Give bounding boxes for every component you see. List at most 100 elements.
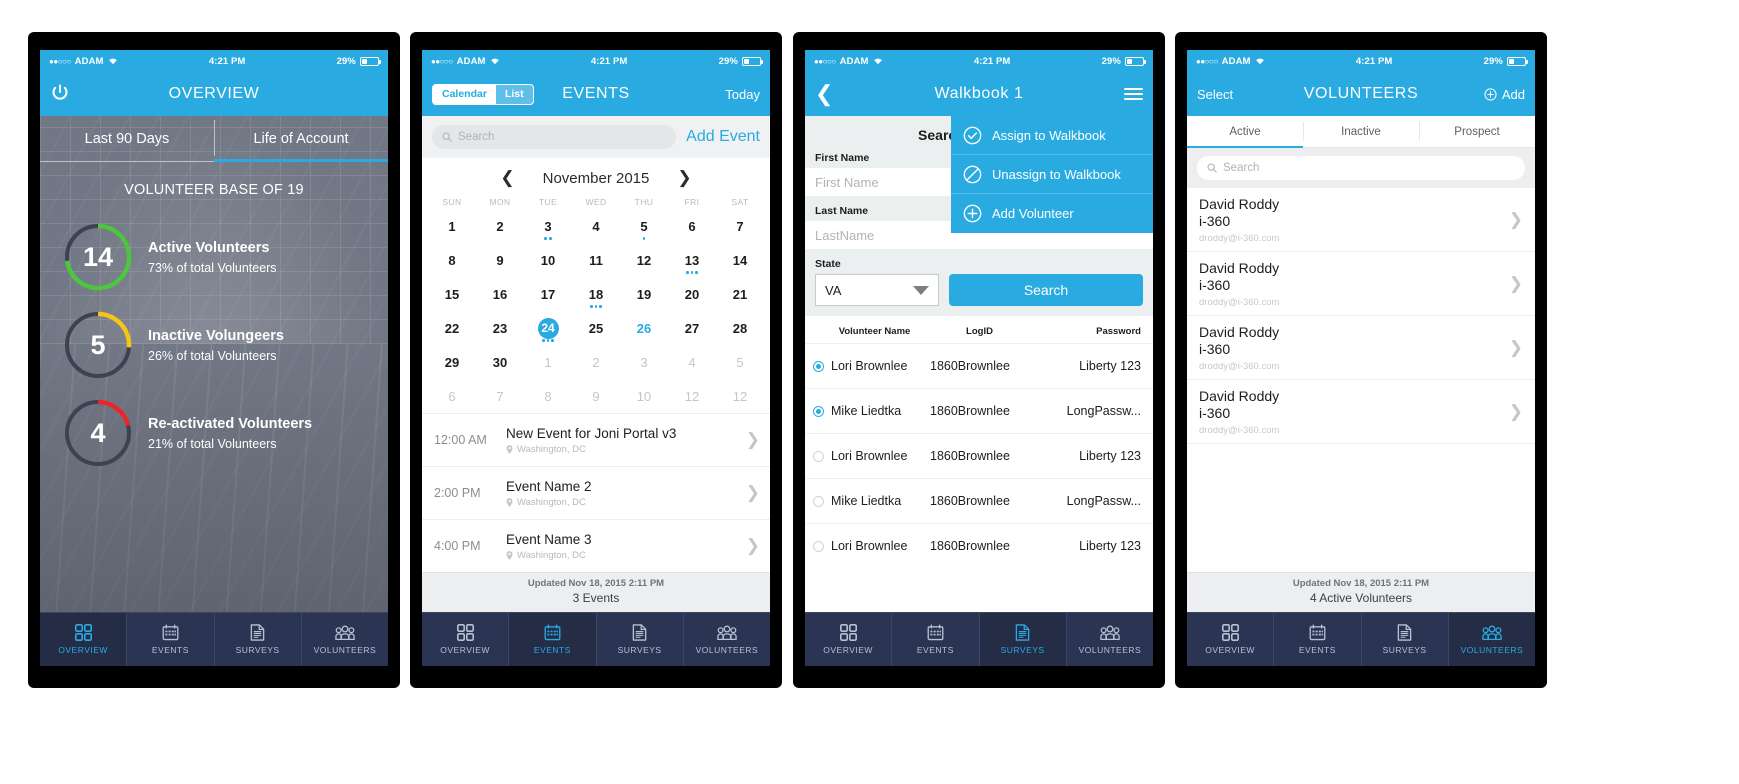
metric-reactivated-volunteers[interactable]: 4 Re-activated Volunteers 21% of total V… [40, 396, 388, 470]
list-item[interactable]: David Roddy i-360 droddy@i-360.com ❯ [1187, 252, 1535, 316]
event-row[interactable]: 2:00 PM Event Name 2 Washington, DC ❯ [422, 466, 770, 519]
chevron-left-icon[interactable]: ❮ [500, 168, 514, 188]
tab-overview[interactable]: OVERVIEW [422, 613, 510, 666]
add-volunteer-button[interactable]: Add [1484, 87, 1525, 102]
calendar-day[interactable]: 9 [572, 379, 620, 413]
calendar-day[interactable]: 16 [476, 277, 524, 311]
tab-volunteers[interactable]: VOLUNTEERS [1067, 613, 1153, 666]
calendar-day[interactable]: 10 [524, 243, 572, 277]
calendar-day[interactable]: 29 [428, 345, 476, 379]
tab-overview[interactable]: OVERVIEW [40, 613, 128, 666]
event-row[interactable]: 12:00 AM New Event for Joni Portal v3 Wa… [422, 413, 770, 466]
add-event-button[interactable]: Add Event [686, 128, 760, 146]
calendar-day[interactable]: 9 [476, 243, 524, 277]
search-input[interactable]: Search [432, 125, 677, 149]
calendar-day[interactable]: 1 [428, 209, 476, 243]
tab-events[interactable]: EVENTS [127, 613, 215, 666]
calendar-day[interactable]: 20 [668, 277, 716, 311]
tab-overview[interactable]: OVERVIEW [805, 613, 893, 666]
calendar-day[interactable]: 4 [668, 345, 716, 379]
search-input[interactable]: Search [1197, 156, 1525, 180]
table-row[interactable]: Mike Liedtka 1860Brownlee LongPassw... [805, 478, 1153, 523]
calendar-day[interactable]: 3 [524, 209, 572, 243]
tab-events[interactable]: EVENTS [509, 613, 597, 666]
back-button[interactable]: ❮ [815, 83, 833, 105]
tab-last-90-days[interactable]: Last 90 Days [40, 116, 214, 162]
table-row[interactable]: Lori Brownlee 1860Brownlee Liberty 123 [805, 433, 1153, 478]
tab-events[interactable]: EVENTS [1274, 613, 1362, 666]
tab-surveys[interactable]: SURVEYS [597, 613, 684, 666]
calendar-day[interactable]: 12 [668, 379, 716, 413]
calendar-day[interactable]: 12 [620, 243, 668, 277]
segment-calendar[interactable]: Calendar [433, 84, 496, 104]
list-item[interactable]: David Roddy i-360 droddy@i-360.com ❯ [1187, 188, 1535, 252]
tab-prospect[interactable]: Prospect [1419, 116, 1535, 147]
calendar-day[interactable]: 8 [428, 243, 476, 277]
segment-list[interactable]: List [496, 85, 533, 104]
calendar-day[interactable]: 24 [524, 311, 572, 345]
calendar-day[interactable]: 7 [716, 209, 764, 243]
calendar-day[interactable]: 23 [476, 311, 524, 345]
calendar-day[interactable]: 22 [428, 311, 476, 345]
calendar-day[interactable]: 8 [524, 379, 572, 413]
tab-overview[interactable]: OVERVIEW [1187, 613, 1275, 666]
power-button[interactable] [50, 83, 70, 106]
calendar-day[interactable]: 3 [620, 345, 668, 379]
event-row[interactable]: 4:00 PM Event Name 3 Washington, DC ❯ [422, 519, 770, 572]
tab-surveys[interactable]: SURVEYS [215, 613, 302, 666]
table-row[interactable]: Lori Brownlee 1860Brownlee Liberty 123 [805, 523, 1153, 568]
calendar-day[interactable]: 5 [620, 209, 668, 243]
calendar-day[interactable]: 5 [716, 345, 764, 379]
select-button[interactable]: Select [1197, 87, 1233, 102]
calendar-day[interactable]: 11 [572, 243, 620, 277]
calendar-day[interactable]: 2 [572, 345, 620, 379]
menu-button[interactable] [1124, 87, 1143, 101]
calendar-day[interactable]: 7 [476, 379, 524, 413]
table-row[interactable]: Mike Liedtka 1860Brownlee LongPassw... [805, 388, 1153, 433]
tab-life-of-account[interactable]: Life of Account [214, 116, 388, 162]
metric-inactive-volunteers[interactable]: 5 Inactive Volungeers 26% of total Volun… [40, 308, 388, 382]
tab-surveys[interactable]: SURVEYS [1362, 613, 1449, 666]
calendar-day[interactable]: 19 [620, 277, 668, 311]
calendar-day[interactable]: 26 [620, 311, 668, 345]
row-radio-selected[interactable] [813, 360, 824, 372]
tab-surveys[interactable]: SURVEYS [979, 613, 1067, 666]
calendar-day[interactable]: 4 [572, 209, 620, 243]
calendar-day[interactable]: 21 [716, 277, 764, 311]
search-button[interactable]: Search [949, 274, 1143, 306]
row-radio-selected[interactable] [813, 405, 824, 417]
calendar-day[interactable]: 10 [620, 379, 668, 413]
tab-events[interactable]: EVENTS [892, 613, 980, 666]
calendar-day[interactable]: 12 [716, 379, 764, 413]
menu-item-add-volunteer[interactable]: Add Volunteer [951, 194, 1153, 233]
calendar-day[interactable]: 27 [668, 311, 716, 345]
row-radio[interactable] [813, 450, 824, 462]
tab-volunteers[interactable]: VOLUNTEERS [684, 613, 770, 666]
menu-item-unassign-to-walkbook[interactable]: Unassign to Walkbook [951, 155, 1153, 194]
calendar-day[interactable]: 2 [476, 209, 524, 243]
list-item[interactable]: David Roddy i-360 droddy@i-360.com ❯ [1187, 316, 1535, 380]
row-radio[interactable] [813, 540, 824, 552]
calendar-day[interactable]: 17 [524, 277, 572, 311]
calendar-day[interactable]: 30 [476, 345, 524, 379]
chevron-right-icon[interactable]: ❯ [677, 168, 691, 188]
list-item[interactable]: David Roddy i-360 droddy@i-360.com ❯ [1187, 380, 1535, 444]
menu-item-assign-to-walkbook[interactable]: Assign to Walkbook [951, 116, 1153, 155]
today-button[interactable]: Today [725, 87, 760, 102]
calendar-day[interactable]: 6 [668, 209, 716, 243]
calendar-list-segment[interactable]: Calendar List [432, 83, 534, 105]
calendar-day[interactable]: 1 [524, 345, 572, 379]
calendar-day[interactable]: 15 [428, 277, 476, 311]
calendar-day[interactable]: 18 [572, 277, 620, 311]
calendar-day[interactable]: 28 [716, 311, 764, 345]
table-row[interactable]: Lori Brownlee 1860Brownlee Liberty 123 [805, 343, 1153, 388]
state-select[interactable]: VA [815, 274, 939, 306]
row-radio[interactable] [813, 495, 824, 507]
tab-volunteers[interactable]: VOLUNTEERS [302, 613, 388, 666]
metric-active-volunteers[interactable]: 14 Active Volunteers 73% of total Volunt… [40, 220, 388, 294]
calendar-day[interactable]: 6 [428, 379, 476, 413]
tab-volunteers[interactable]: VOLUNTEERS [1448, 613, 1535, 666]
tab-inactive[interactable]: Inactive [1303, 116, 1419, 147]
calendar-day[interactable]: 14 [716, 243, 764, 277]
calendar-day[interactable]: 25 [572, 311, 620, 345]
